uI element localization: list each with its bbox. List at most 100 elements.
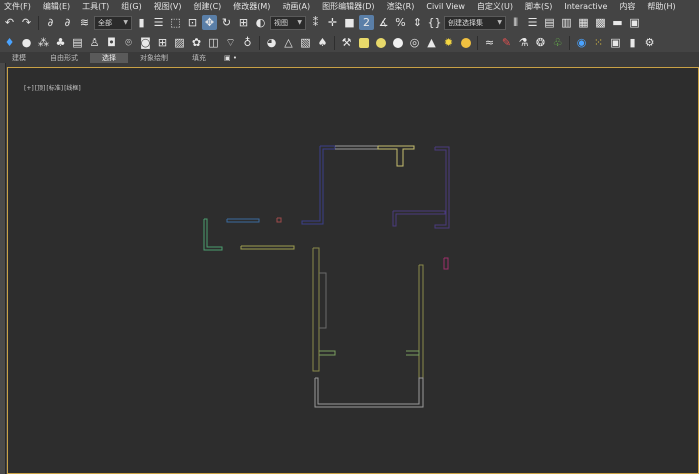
- flat-box-icon[interactable]: [356, 35, 371, 50]
- wall-shape-navy[interactable]: [301, 145, 336, 225]
- wall-shape-right-ledge[interactable]: [406, 350, 420, 356]
- pivot-center-icon[interactable]: ⁑: [308, 15, 323, 30]
- wall-shape-red[interactable]: [276, 217, 282, 223]
- curve-editor-icon[interactable]: ▩: [593, 15, 608, 30]
- omni-light-icon[interactable]: [390, 35, 405, 50]
- spinner-snap-icon[interactable]: ⇕: [410, 15, 425, 30]
- plant-icon[interactable]: ♣: [53, 35, 68, 50]
- edit-named-selection-icon[interactable]: {}: [427, 15, 442, 30]
- menu-item[interactable]: 创建(C): [189, 0, 229, 13]
- material-editor-icon[interactable]: ▣: [627, 15, 642, 30]
- frame-icon[interactable]: ▧: [298, 35, 313, 50]
- wall-shape-left-corridor[interactable]: [312, 247, 320, 372]
- flask-icon[interactable]: ⚗: [516, 35, 531, 50]
- menu-item[interactable]: 内容: [615, 0, 643, 13]
- ribbon-tab[interactable]: 自由形式: [38, 53, 90, 63]
- menu-item[interactable]: 视图(V): [150, 0, 190, 13]
- wall-shape-gray-top[interactable]: [335, 145, 379, 150]
- menu-item[interactable]: 修改器(M): [229, 0, 278, 13]
- named-selection-dropdown[interactable]: 创建选择集 ▼: [444, 15, 506, 30]
- frog-icon[interactable]: ❂: [533, 35, 548, 50]
- tool-icon[interactable]: ⚒: [339, 35, 354, 50]
- select-and-move-icon[interactable]: ✥: [202, 15, 217, 30]
- torus-icon[interactable]: ◎: [407, 35, 422, 50]
- schematic-view-icon[interactable]: ▬: [610, 15, 625, 30]
- eye-icon[interactable]: ⌔: [223, 35, 238, 50]
- wall-shape-magenta[interactable]: [443, 257, 449, 270]
- monitor-icon[interactable]: ▣: [608, 35, 623, 50]
- paint-drop-icon[interactable]: ◕: [264, 35, 279, 50]
- link-icon[interactable]: ∂: [43, 15, 58, 30]
- ribbon-tab[interactable]: 选择: [90, 53, 128, 63]
- flower-icon[interactable]: ✿: [189, 35, 204, 50]
- selection-filter-dropdown[interactable]: 全部 ▼: [94, 15, 132, 30]
- menu-item[interactable]: 工具(T): [78, 0, 117, 13]
- wall-shape-purple-right[interactable]: [434, 146, 450, 229]
- settings-icon[interactable]: ⚙: [642, 35, 657, 50]
- teapot-icon[interactable]: ⌾: [121, 35, 136, 50]
- menu-item[interactable]: Interactive: [560, 0, 615, 13]
- box-icon[interactable]: ◘: [104, 35, 119, 50]
- list-icon[interactable]: ▤: [70, 35, 85, 50]
- wall-shape-yellowgreen[interactable]: [240, 245, 295, 250]
- bulb-icon[interactable]: ♦: [2, 35, 17, 50]
- select-object-icon[interactable]: ▮: [134, 15, 149, 30]
- light-bulb-icon[interactable]: ♁: [240, 35, 255, 50]
- top-viewport[interactable]: [+][顶][标准][线框]: [7, 67, 699, 474]
- shape-icon[interactable]: △: [281, 35, 296, 50]
- wall-shape-right-corridor[interactable]: [418, 264, 424, 379]
- particle-icon[interactable]: ⁂: [36, 35, 51, 50]
- wall-shape-left-inset[interactable]: [319, 272, 327, 329]
- keyboard-shortcut-icon[interactable]: ■: [342, 15, 357, 30]
- align-icon[interactable]: ☰: [525, 15, 540, 30]
- wall-shape-green-left[interactable]: [203, 218, 223, 251]
- menu-item[interactable]: 自定义(U): [473, 0, 521, 13]
- select-and-scale-icon[interactable]: ⊞: [236, 15, 251, 30]
- sun-icon[interactable]: ✹: [441, 35, 456, 50]
- ribbon-pin-toggle[interactable]: ▣ •: [218, 53, 243, 63]
- bars-icon[interactable]: ▮: [625, 35, 640, 50]
- render-frame-icon[interactable]: ◙: [138, 35, 153, 50]
- select-by-name-icon[interactable]: ☰: [151, 15, 166, 30]
- ribbon-tab[interactable]: 填充: [180, 53, 218, 63]
- image-icon[interactable]: ▨: [172, 35, 187, 50]
- cone-light-icon[interactable]: [373, 35, 388, 50]
- wall-shape-bottom[interactable]: [314, 377, 424, 408]
- layer-explorer-icon[interactable]: ▥: [559, 15, 574, 30]
- wall-shape-yellow-t[interactable]: [377, 145, 415, 167]
- scene-explorer-icon[interactable]: ▤: [542, 15, 557, 30]
- sphere-icon[interactable]: ●: [19, 35, 34, 50]
- tree-icon[interactable]: ♠: [315, 35, 330, 50]
- grid-icon[interactable]: ⊞: [155, 35, 170, 50]
- menu-item[interactable]: 脚本(S): [521, 0, 560, 13]
- menu-item[interactable]: 渲染(R): [383, 0, 423, 13]
- select-and-rotate-icon[interactable]: ↻: [219, 15, 234, 30]
- cone-icon[interactable]: ▲: [424, 35, 439, 50]
- ribbon-tab[interactable]: 建模: [0, 53, 38, 63]
- snaps-toggle-icon[interactable]: 2: [359, 15, 374, 30]
- ribbon-tab[interactable]: 对象绘制: [128, 53, 180, 63]
- menu-item[interactable]: 编辑(E): [39, 0, 78, 13]
- menu-item[interactable]: 帮助(H): [643, 0, 683, 13]
- menu-item[interactable]: 组(G): [117, 0, 149, 13]
- door-icon[interactable]: ◫: [206, 35, 221, 50]
- window-crossing-icon[interactable]: ⊡: [185, 15, 200, 30]
- globe-icon[interactable]: ◉: [574, 35, 589, 50]
- person-icon[interactable]: ♙: [87, 35, 102, 50]
- ribbon-toggle-icon[interactable]: ▦: [576, 15, 591, 30]
- rectangular-selection-icon[interactable]: ⬚: [168, 15, 183, 30]
- menu-item[interactable]: 文件(F): [0, 0, 39, 13]
- percent-snap-icon[interactable]: %: [393, 15, 408, 30]
- wall-shape-purple-mid[interactable]: [392, 210, 446, 227]
- select-manipulate-icon[interactable]: ✛: [325, 15, 340, 30]
- wall-shape-blue[interactable]: [226, 218, 260, 223]
- brush-icon[interactable]: ✎: [499, 35, 514, 50]
- undo-icon[interactable]: ↶: [2, 15, 17, 30]
- dots-icon[interactable]: ⁙: [591, 35, 606, 50]
- fern-icon[interactable]: ♧: [550, 35, 565, 50]
- menu-item[interactable]: 动画(A): [278, 0, 318, 13]
- angle-snap-icon[interactable]: ∡: [376, 15, 391, 30]
- menu-item[interactable]: Civil View: [422, 0, 473, 13]
- sphere-light-icon[interactable]: [458, 35, 473, 50]
- reference-coordinate-dropdown[interactable]: 视图 ▼: [270, 15, 306, 30]
